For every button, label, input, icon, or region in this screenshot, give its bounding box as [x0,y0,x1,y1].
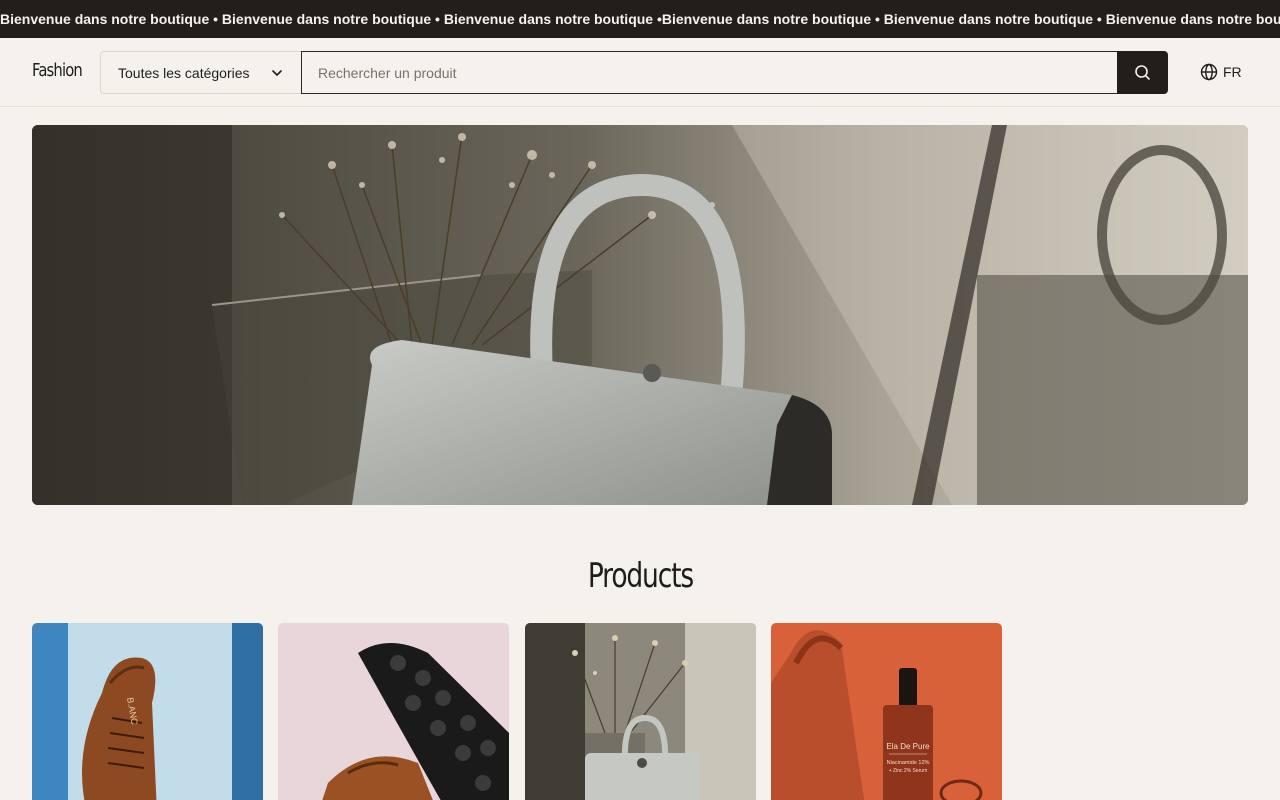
product-card-handbag[interactable] [525,623,756,800]
product-image-serum-bottle: Ela De Pure Niacinamide 12% + Zinc 2% Se… [771,623,1002,800]
hero-banner[interactable] [32,125,1248,505]
language-switcher[interactable]: FR [1200,62,1242,82]
site-header: Fashion Toutes les catégories FR [0,38,1280,107]
svg-text:+ Zinc 2% Serum: + Zinc 2% Serum [889,768,928,774]
product-card-serum[interactable]: Ela De Pure Niacinamide 12% + Zinc 2% Se… [771,623,1002,800]
svg-text:Niacinamide 12%: Niacinamide 12% [887,760,930,766]
language-label: FR [1223,64,1242,80]
globe-icon [1200,63,1218,81]
product-card-black-shoes[interactable] [278,623,509,800]
serum-brand-text: Ela De Pure [886,742,930,751]
logo[interactable]: Fashion [32,60,83,81]
search-icon [1135,65,1150,80]
section-title-products: Products [587,556,693,596]
product-image-brown-shoe: B.ANC [32,623,263,800]
product-image-grey-handbag [525,623,756,800]
hero-handbag-image [32,125,1248,505]
category-select-label: Toutes les catégories [118,64,250,81]
category-select[interactable]: Toutes les catégories [100,51,302,94]
search-button[interactable] [1117,51,1168,94]
announcement-text: Bienvenue dans notre boutique • Bienvenu… [0,11,1280,27]
announcement-bar: Bienvenue dans notre boutique • Bienvenu… [0,0,1280,38]
search-input[interactable] [301,51,1119,94]
product-card-shoe[interactable]: B.ANC [32,623,263,800]
product-image-black-sole-shoes [278,623,509,800]
chevron-down-icon [272,70,282,76]
